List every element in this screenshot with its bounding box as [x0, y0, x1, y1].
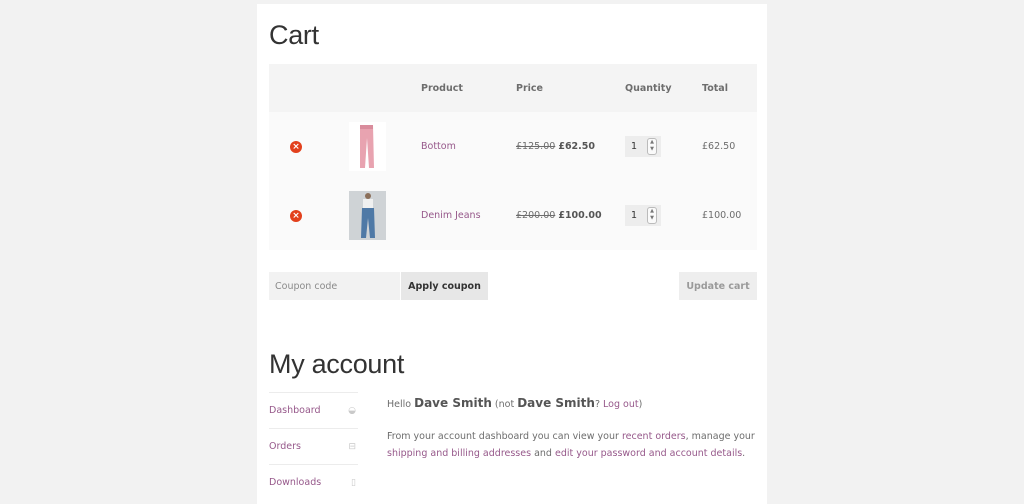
product-price: £125.00 £62.50	[516, 112, 625, 181]
product-price: £200.00 £100.00	[516, 181, 625, 250]
cart-row: × Bottom £125.00 £62.50 1 ▲ ▼ £62.50	[269, 112, 757, 181]
intro-text: From your account dashboard you can view…	[387, 431, 619, 442]
quantity-value: 1	[631, 210, 638, 221]
edit-account-link[interactable]: edit your password and account details	[555, 448, 742, 459]
quantity-stepper[interactable]: 1 ▲ ▼	[625, 136, 661, 157]
dashboard-intro: From your account dashboard you can view…	[387, 428, 765, 462]
user-name: Dave Smith	[414, 396, 492, 410]
product-thumbnail-pink-trousers[interactable]	[349, 122, 386, 171]
col-quantity: Quantity	[625, 64, 702, 112]
nav-item-orders[interactable]: Orders ⊟	[269, 428, 358, 464]
nav-item-downloads[interactable]: Downloads ▯	[269, 464, 358, 500]
col-product: Product	[421, 64, 516, 112]
dashboard-icon: ◒	[348, 405, 356, 416]
col-thumbnail	[333, 64, 421, 112]
file-icon: ▯	[351, 477, 356, 488]
nav-item-label: Downloads	[269, 477, 322, 488]
nav-item-label: Dashboard	[269, 405, 321, 416]
sale-price: £100.00	[558, 210, 602, 221]
remove-item-icon[interactable]: ×	[290, 209, 302, 222]
basket-icon: ⊟	[348, 441, 356, 452]
quantity-spinner-icon[interactable]: ▲ ▼	[647, 207, 657, 224]
old-price: £200.00	[516, 210, 556, 221]
product-thumbnail-denim-jeans[interactable]	[349, 191, 386, 240]
page-content: Cart Product Price Quantity Total × Bott…	[257, 4, 767, 504]
greeting-not: (not	[494, 399, 515, 410]
nav-item-dashboard[interactable]: Dashboard ◒	[269, 392, 358, 428]
account-dashboard-content: Hello Dave Smith (not Dave Smith? Log ou…	[387, 395, 765, 462]
greeting-hello: Hello	[387, 399, 412, 410]
col-total: Total	[702, 64, 757, 112]
col-remove	[269, 64, 333, 112]
nav-item-label: Orders	[269, 441, 301, 452]
addresses-link[interactable]: shipping and billing addresses	[387, 448, 531, 459]
greeting: Hello Dave Smith (not Dave Smith? Log ou…	[387, 395, 765, 413]
remove-item-icon[interactable]: ×	[290, 140, 302, 153]
logout-link[interactable]: Log out	[603, 399, 639, 410]
account-navigation: Dashboard ◒ Orders ⊟ Downloads ▯	[269, 392, 358, 500]
account-title: My account	[269, 349, 405, 379]
intro-text: .	[742, 448, 746, 459]
product-link[interactable]: Denim Jeans	[421, 210, 481, 221]
quantity-stepper[interactable]: 1 ▲ ▼	[625, 205, 661, 226]
apply-coupon-button[interactable]: Apply coupon	[401, 272, 488, 300]
cart-header-row: Product Price Quantity Total	[269, 64, 757, 112]
recent-orders-link[interactable]: recent orders	[622, 431, 686, 442]
col-price: Price	[516, 64, 625, 112]
old-price: £125.00	[516, 141, 556, 152]
quantity-spinner-icon[interactable]: ▲ ▼	[647, 138, 657, 155]
cart-table: Product Price Quantity Total × Bottom £1…	[269, 64, 757, 250]
quantity-value: 1	[631, 141, 638, 152]
coupon-code-input[interactable]	[269, 272, 400, 300]
cart-row: × Denim Jeans £200.00 £100.00 1 ▲ ▼ £100…	[269, 181, 757, 250]
line-total: £100.00	[702, 210, 742, 221]
cart-title: Cart	[269, 20, 319, 50]
greeting-close: )	[638, 399, 643, 410]
sale-price: £62.50	[558, 141, 595, 152]
intro-text: and	[534, 448, 552, 459]
user-name-repeat: Dave Smith	[517, 396, 595, 410]
intro-text: , manage your	[685, 431, 755, 442]
greeting-question: ?	[594, 399, 600, 410]
product-link[interactable]: Bottom	[421, 141, 456, 152]
line-total: £62.50	[702, 141, 736, 152]
update-cart-button[interactable]: Update cart	[679, 272, 757, 300]
